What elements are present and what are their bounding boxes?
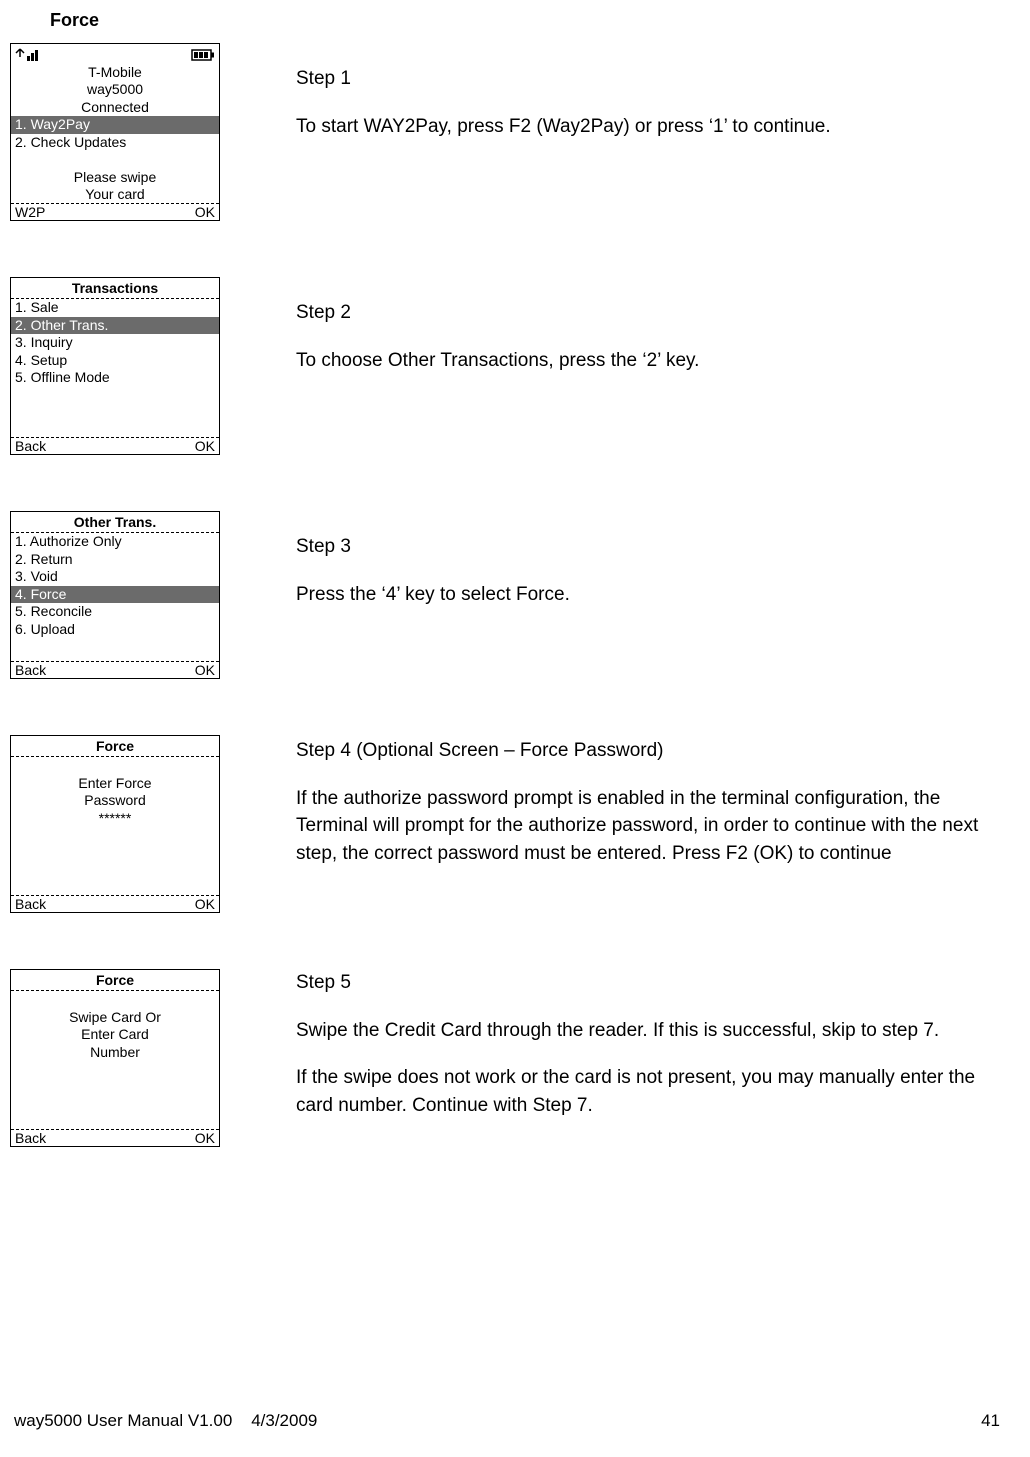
footer-left: way5000 User Manual V1.00 4/3/2009 [14,1411,317,1431]
prompt-line: Swipe Card Or [11,1009,219,1027]
step-title: Step 2 [296,299,699,327]
menu-item-void[interactable]: 3. Void [11,568,219,586]
terminal-screen-3: Other Trans. 1. Authorize Only 2. Return… [10,511,220,679]
softkey-right[interactable]: OK [195,662,215,678]
terminal-footer: Back OK [11,895,219,912]
softkey-left[interactable]: W2P [15,204,45,220]
menu-item-reconcile[interactable]: 5. Reconcile [11,603,219,621]
instruction-4: Step 4 (Optional Screen – Force Password… [220,735,980,887]
terminal-footer: Back OK [11,437,219,454]
page-title: Force [50,10,1030,31]
prompt-line: Password [11,792,219,810]
blank-line [11,991,219,1009]
signal-icon [15,48,43,62]
menu-item-setup[interactable]: 4. Setup [11,352,219,370]
step-text: To choose Other Transactions, press the … [296,347,699,375]
step-row-4: Force Enter Force Password ****** Back O… [0,735,1030,913]
prompt-line: Number [11,1044,219,1062]
password-value[interactable]: ****** [11,810,219,828]
step-text: To start WAY2Pay, press F2 (Way2Pay) or … [296,113,831,141]
terminal-header: Force [11,736,219,757]
menu-item-authorize-only[interactable]: 1. Authorize Only [11,533,219,551]
softkey-right[interactable]: OK [195,896,215,912]
menu-item-offline-mode[interactable]: 5. Offline Mode [11,369,219,387]
battery-icon [191,49,215,61]
terminal-screen-5: Force Swipe Card Or Enter Card Number Ba… [10,969,220,1147]
step-row-3: Other Trans. 1. Authorize Only 2. Return… [0,511,1030,679]
terminal-body: T-Mobile way5000 Connected 1. Way2Pay 2.… [11,64,219,203]
terminal-body: 1. Authorize Only 2. Return 3. Void 4. F… [11,533,219,661]
softkey-left[interactable]: Back [15,896,46,912]
softkey-right[interactable]: OK [195,438,215,454]
menu-item-force[interactable]: 4. Force [11,586,219,604]
prompt-line: Enter Force [11,775,219,793]
instruction-2: Step 2 To choose Other Transactions, pre… [220,277,699,394]
menu-item-return[interactable]: 2. Return [11,551,219,569]
instruction-1: Step 1 To start WAY2Pay, press F2 (Way2P… [220,43,831,160]
menu-item-way2pay[interactable]: 1. Way2Pay [11,116,219,134]
menu-item-other-trans[interactable]: 2. Other Trans. [11,317,219,335]
step-text: Swipe the Credit Card through the reader… [296,1017,980,1045]
menu-item-check-updates[interactable]: 2. Check Updates [11,134,219,152]
page: Force [0,0,1030,1457]
step-title: Step 5 [296,969,980,997]
top-line: way5000 [11,81,219,99]
terminal-body: 1. Sale 2. Other Trans. 3. Inquiry 4. Se… [11,299,219,437]
menu-item-inquiry[interactable]: 3. Inquiry [11,334,219,352]
terminal-header: Transactions [11,278,219,299]
instruction-5: Step 5 Swipe the Credit Card through the… [220,969,980,1139]
terminal-screen-2: Transactions 1. Sale 2. Other Trans. 3. … [10,277,220,455]
bottom-line: Please swipe [11,169,219,187]
terminal-header: Other Trans. [11,512,219,533]
step-text: If the swipe does not work or the card i… [296,1064,980,1119]
step-row-2: Transactions 1. Sale 2. Other Trans. 3. … [0,277,1030,455]
terminal-body: Swipe Card Or Enter Card Number [11,991,219,1129]
terminal-body: Enter Force Password ****** [11,757,219,895]
step-title: Step 4 (Optional Screen – Force Password… [296,737,980,765]
softkey-right[interactable]: OK [195,204,215,220]
step-title: Step 3 [296,533,570,561]
softkey-left[interactable]: Back [15,662,46,678]
terminal-header: Force [11,970,219,991]
instruction-3: Step 3 Press the ‘4’ key to select Force… [220,511,570,628]
step-title: Step 1 [296,65,831,93]
blank-line [11,757,219,775]
terminal-status-bar [11,44,219,64]
terminal-screen-4: Force Enter Force Password ****** Back O… [10,735,220,913]
footer-page-number: 41 [981,1411,1000,1431]
step-text: Press the ‘4’ key to select Force. [296,581,570,609]
softkey-right[interactable]: OK [195,1130,215,1146]
softkey-left[interactable]: Back [15,1130,46,1146]
top-line: Connected [11,99,219,117]
step-row-5: Force Swipe Card Or Enter Card Number Ba… [0,969,1030,1147]
step-row-1: T-Mobile way5000 Connected 1. Way2Pay 2.… [0,43,1030,221]
bottom-line: Your card [11,186,219,204]
terminal-footer: Back OK [11,661,219,678]
softkey-left[interactable]: Back [15,438,46,454]
terminal-screen-1: T-Mobile way5000 Connected 1. Way2Pay 2.… [10,43,220,221]
menu-item-sale[interactable]: 1. Sale [11,299,219,317]
step-text: If the authorize password prompt is enab… [296,785,980,868]
blank-line [11,151,219,169]
terminal-footer: W2P OK [11,203,219,220]
terminal-footer: Back OK [11,1129,219,1146]
page-footer: way5000 User Manual V1.00 4/3/2009 41 [14,1411,1000,1431]
menu-item-upload[interactable]: 6. Upload [11,621,219,639]
prompt-line: Enter Card [11,1026,219,1044]
top-line: T-Mobile [11,64,219,82]
